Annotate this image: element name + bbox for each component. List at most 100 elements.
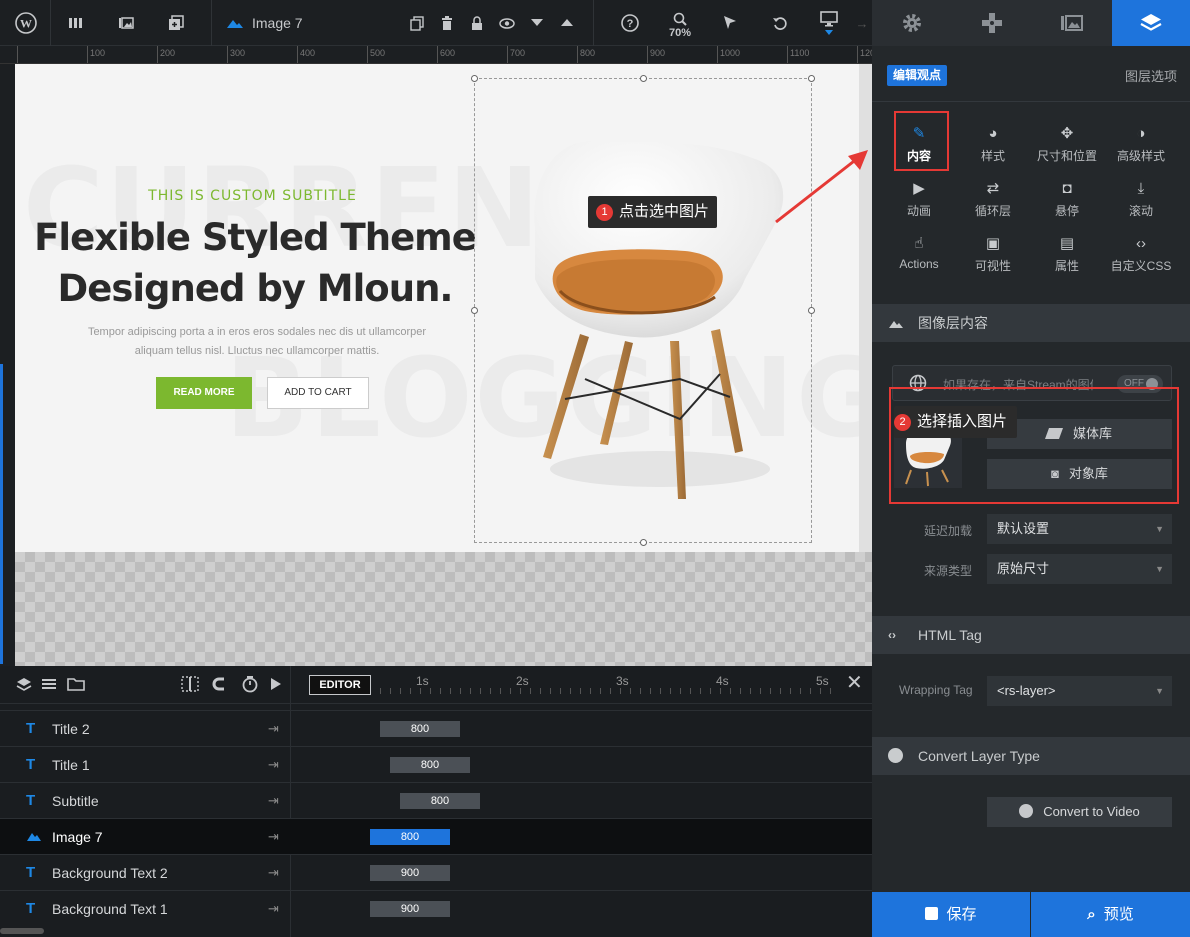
timeline-bar[interactable]: 800 — [370, 829, 450, 845]
slides-icon[interactable] — [110, 0, 142, 46]
convert-layer-section-header[interactable]: Convert Layer Type — [872, 737, 1190, 775]
timeline-row[interactable]: T Title 2 ⇥ 800 — [0, 710, 872, 746]
ruler-vertical — [0, 64, 15, 666]
columns-icon[interactable] — [60, 0, 92, 46]
selected-layer-name[interactable]: Image 7 — [226, 0, 316, 46]
timeline-bar[interactable]: 800 — [390, 757, 470, 773]
grid-item-visibility[interactable]: ▣ 可视性 — [956, 234, 1030, 274]
grid-item-advanced[interactable]: ◑ 高级样式 — [1104, 124, 1178, 164]
undo-icon[interactable] — [766, 0, 794, 46]
chevron-down-icon: ▼ — [1155, 686, 1164, 696]
zoom-control[interactable]: 70% — [662, 0, 698, 46]
grid-item-hover[interactable]: ◘ 悬停 — [1030, 179, 1104, 219]
code-icon: ‹› — [1136, 235, 1146, 252]
grid-item-size[interactable]: ✥ 尺寸和位置 — [1030, 124, 1104, 164]
grid-item-loop[interactable]: ⇄ 循环层 — [956, 179, 1030, 219]
convert-button-label: Convert to Video — [1043, 804, 1140, 819]
grid-item-scroll[interactable]: ⤓ 滚动 — [1104, 179, 1178, 219]
lock-icon[interactable] — [464, 0, 490, 46]
trash-icon[interactable] — [434, 0, 460, 46]
edit-view-badge[interactable]: 编辑观点 — [887, 65, 948, 86]
editor-label[interactable]: EDITOR — [309, 675, 371, 695]
slide-canvas[interactable]: CURRENCY BLOGGING THIS IS CUSTOM SUBTITL… — [15, 64, 859, 552]
eye-icon[interactable] — [494, 0, 520, 46]
ruler-mark: 800 — [580, 48, 596, 58]
timeline-bar[interactable]: 800 — [400, 793, 480, 809]
contrast-icon: ◑ — [1136, 125, 1146, 142]
cursor-icon[interactable] — [716, 0, 744, 46]
ruler-mark: 1100 — [790, 48, 810, 58]
timeline-bar[interactable]: 900 — [370, 865, 450, 881]
grid-item-actions[interactable]: ☝ Actions — [882, 234, 956, 271]
timeline-hscrollbar[interactable] — [0, 928, 44, 934]
add-to-cart-button[interactable]: ADD TO CART — [267, 377, 369, 409]
lazy-load-select[interactable]: 默认设置 ▼ — [987, 514, 1172, 544]
grid-label: 可视性 — [974, 259, 1011, 273]
magnet-icon[interactable] — [211, 676, 229, 695]
add-layer-icon[interactable] — [160, 0, 192, 46]
next-device-icon[interactable]: → — [852, 0, 872, 46]
tab-slides[interactable] — [1032, 0, 1112, 46]
slides-panel-icon — [1061, 15, 1083, 31]
move-icon: ✥ — [1060, 125, 1074, 142]
align-end-icon[interactable]: ⇥ — [268, 747, 279, 783]
wrapping-tag-select[interactable]: <rs-layer> ▼ — [987, 676, 1172, 706]
align-end-icon[interactable]: ⇥ — [268, 711, 279, 747]
tab-settings[interactable] — [872, 0, 952, 46]
grid-item-attributes[interactable]: ▤ 属性 — [1030, 234, 1104, 274]
source-type-select[interactable]: 原始尺寸 ▼ — [987, 554, 1172, 584]
help-icon[interactable]: ? — [616, 0, 644, 46]
ruler-mark: 200 — [160, 48, 176, 58]
timeline-row[interactable]: T Background Text 2 ⇥ 900 — [0, 854, 872, 890]
timeline-row[interactable]: T Title 1 ⇥ 800 — [0, 746, 872, 782]
close-icon[interactable]: ✕ — [846, 673, 863, 693]
align-end-icon[interactable]: ⇥ — [268, 783, 279, 819]
grid-item-style[interactable]: ◕ 样式 — [956, 124, 1030, 164]
list-icon[interactable] — [41, 677, 57, 694]
layer-options-label: 图层选项 — [1124, 69, 1177, 84]
convert-to-video-button[interactable]: Convert to Video — [987, 797, 1172, 827]
read-more-button[interactable]: READ MORE — [156, 377, 252, 409]
align-end-icon[interactable]: ⇥ — [268, 855, 279, 891]
selection-icon[interactable] — [181, 676, 199, 695]
move-up-icon[interactable] — [554, 0, 580, 46]
move-down-icon[interactable] — [524, 0, 550, 46]
slide-title-2[interactable]: Designed by Mloun. — [15, 267, 495, 310]
ruler-mark: 1200 — [860, 48, 872, 58]
timeline-row[interactable]: T Subtitle ⇥ 800 — [0, 782, 872, 818]
play-icon[interactable] — [270, 677, 282, 694]
timeline-row-active[interactable]: Image 7 ⇥ 800 — [0, 818, 872, 854]
wordpress-icon[interactable]: W — [8, 0, 44, 46]
image-content-section-header[interactable]: 图像层内容 — [872, 304, 1190, 342]
desktop-view-icon[interactable] — [814, 0, 844, 46]
source-type-label: 来源类型 — [924, 564, 973, 578]
grid-item-custom-css[interactable]: ‹› 自定义CSS — [1104, 234, 1178, 274]
canvas-scrollbar[interactable] — [859, 64, 872, 552]
save-button[interactable]: 保存 — [872, 892, 1030, 937]
timeline-ruler[interactable]: 1s 2s 3s 4s 5s — [380, 672, 840, 698]
ruler-mark: 1000 — [720, 48, 741, 58]
grid-label: 属性 — [1054, 259, 1079, 273]
preview-button[interactable]: ⌕ 预览 — [1031, 892, 1190, 937]
html-tag-section-header[interactable]: ‹› HTML Tag — [872, 616, 1190, 654]
slide-subtitle[interactable]: THIS IS CUSTOM SUBTITLE — [15, 188, 490, 204]
settings-panel: 编辑观点 图层选项 ✎ 内容 ◕ 样式 ✥ 尺寸和位置 ◑ 高级样式 ▶ 动画 ⇄ 循环层 … — [872, 0, 1190, 937]
image-layer-chair[interactable] — [471, 75, 815, 546]
align-end-icon[interactable]: ⇥ — [268, 891, 279, 927]
mouse-icon: ◘ — [1062, 180, 1072, 197]
timeline-row[interactable]: T Background Text 1 ⇥ 900 — [0, 890, 872, 926]
zoom-value: 70% — [668, 26, 692, 39]
tab-navigation[interactable] — [952, 0, 1032, 46]
slide-title-1[interactable]: Flexible Styled Theme — [15, 216, 495, 259]
grid-label: 尺寸和位置 — [1036, 149, 1097, 163]
timeline-bar[interactable]: 800 — [380, 721, 460, 737]
grid-item-animation[interactable]: ▶ 动画 — [882, 179, 956, 219]
duplicate-icon[interactable] — [404, 0, 430, 46]
tab-layers[interactable] — [1112, 0, 1190, 46]
stopwatch-icon[interactable] — [241, 675, 259, 696]
timeline-bar[interactable]: 900 — [370, 901, 450, 917]
folder-icon[interactable] — [67, 677, 85, 694]
tick-5s: 5s — [816, 674, 829, 688]
align-end-icon[interactable]: ⇥ — [268, 819, 279, 855]
layers-icon[interactable] — [16, 677, 32, 695]
